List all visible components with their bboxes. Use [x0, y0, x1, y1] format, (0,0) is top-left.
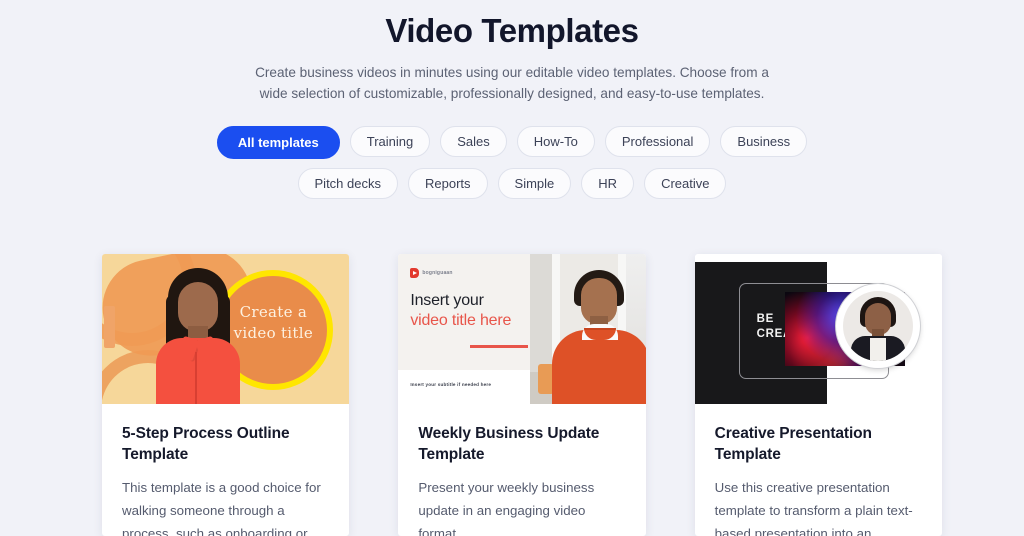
filter-pill-professional[interactable]: Professional	[604, 126, 711, 157]
filter-pill-group: All templates Training Sales How-To Prof…	[0, 126, 1024, 199]
template-thumbnail-business-update[interactable]: bogniguaan Insert your video title here …	[398, 254, 646, 404]
filter-pill-reports[interactable]: Reports	[408, 168, 488, 199]
thumbnail-headline-line1: Insert your	[410, 292, 484, 309]
filter-pill-sales[interactable]: Sales	[440, 126, 507, 157]
filter-row-2: Pitch decks Reports Simple HR Creative	[297, 168, 727, 199]
filter-pill-simple[interactable]: Simple	[497, 168, 572, 199]
template-card-title: 5-Step Process Outline Template	[122, 425, 290, 463]
page-header: Video Templates Create business videos i…	[0, 0, 1024, 104]
template-card-grid: Create a video title 5-Step Process Outl…	[102, 254, 942, 536]
template-card-body: 5-Step Process Outline Template This tem…	[102, 404, 349, 536]
template-card-description: Use this creative presentation template …	[714, 480, 913, 536]
template-card-body: Weekly Business Update Template Present …	[398, 404, 645, 536]
avatar	[835, 284, 920, 368]
face-icon	[178, 282, 218, 332]
thumbnail-photo-panel	[530, 254, 646, 404]
thumbnail-overlay-line1: BE	[756, 313, 775, 325]
filter-pill-creative[interactable]: Creative	[644, 168, 727, 199]
play-mark-icon	[410, 268, 420, 278]
template-card[interactable]: bogniguaan Insert your video title here …	[398, 254, 646, 536]
filter-row-1: All templates Training Sales How-To Prof…	[216, 126, 808, 159]
decor-stripe-icon	[104, 306, 115, 348]
filter-pill-pitch-decks[interactable]: Pitch decks	[297, 168, 398, 199]
template-thumbnail-creative-presentation[interactable]: BECREATIVE	[694, 254, 942, 404]
placket-icon	[195, 352, 197, 404]
template-card-description: This template is a good choice for walki…	[122, 480, 321, 536]
torso-icon	[552, 330, 646, 404]
template-card[interactable]: BECREATIVE Creative Presentation Templat…	[694, 254, 942, 536]
brand-logo-wordmark: bogniguaan	[422, 270, 453, 276]
template-card-description: Present your weekly business update in a…	[418, 480, 595, 536]
decor-underline-rule	[470, 345, 529, 348]
video-templates-page: Video Templates Create business videos i…	[0, 0, 1024, 536]
template-thumbnail-process-outline[interactable]: Create a video title	[102, 254, 350, 404]
filter-pill-all-templates[interactable]: All templates	[216, 126, 340, 159]
template-card-title: Creative Presentation Template	[714, 425, 872, 463]
template-card-body: Creative Presentation Template Use this …	[695, 404, 942, 536]
filter-pill-training[interactable]: Training	[349, 126, 431, 157]
brand-logo: bogniguaan	[410, 268, 452, 278]
avatar-photo	[842, 291, 913, 361]
thumbnail-headline-line2: video title here	[410, 312, 512, 329]
filter-pill-business[interactable]: Business	[720, 126, 808, 157]
thumbnail-subtitle-line: Insert your subtitle if needed here	[410, 382, 492, 387]
page-title: Video Templates	[385, 12, 639, 49]
page-subtitle: Create business videos in minutes using …	[255, 65, 769, 101]
template-card[interactable]: Create a video title 5-Step Process Outl…	[102, 254, 350, 536]
presenter-figure	[152, 268, 244, 404]
filter-pill-hr[interactable]: HR	[581, 168, 635, 199]
template-card-title: Weekly Business Update Template	[418, 425, 600, 463]
undershirt-icon	[869, 338, 886, 361]
filter-pill-how-to[interactable]: How-To	[516, 126, 595, 157]
